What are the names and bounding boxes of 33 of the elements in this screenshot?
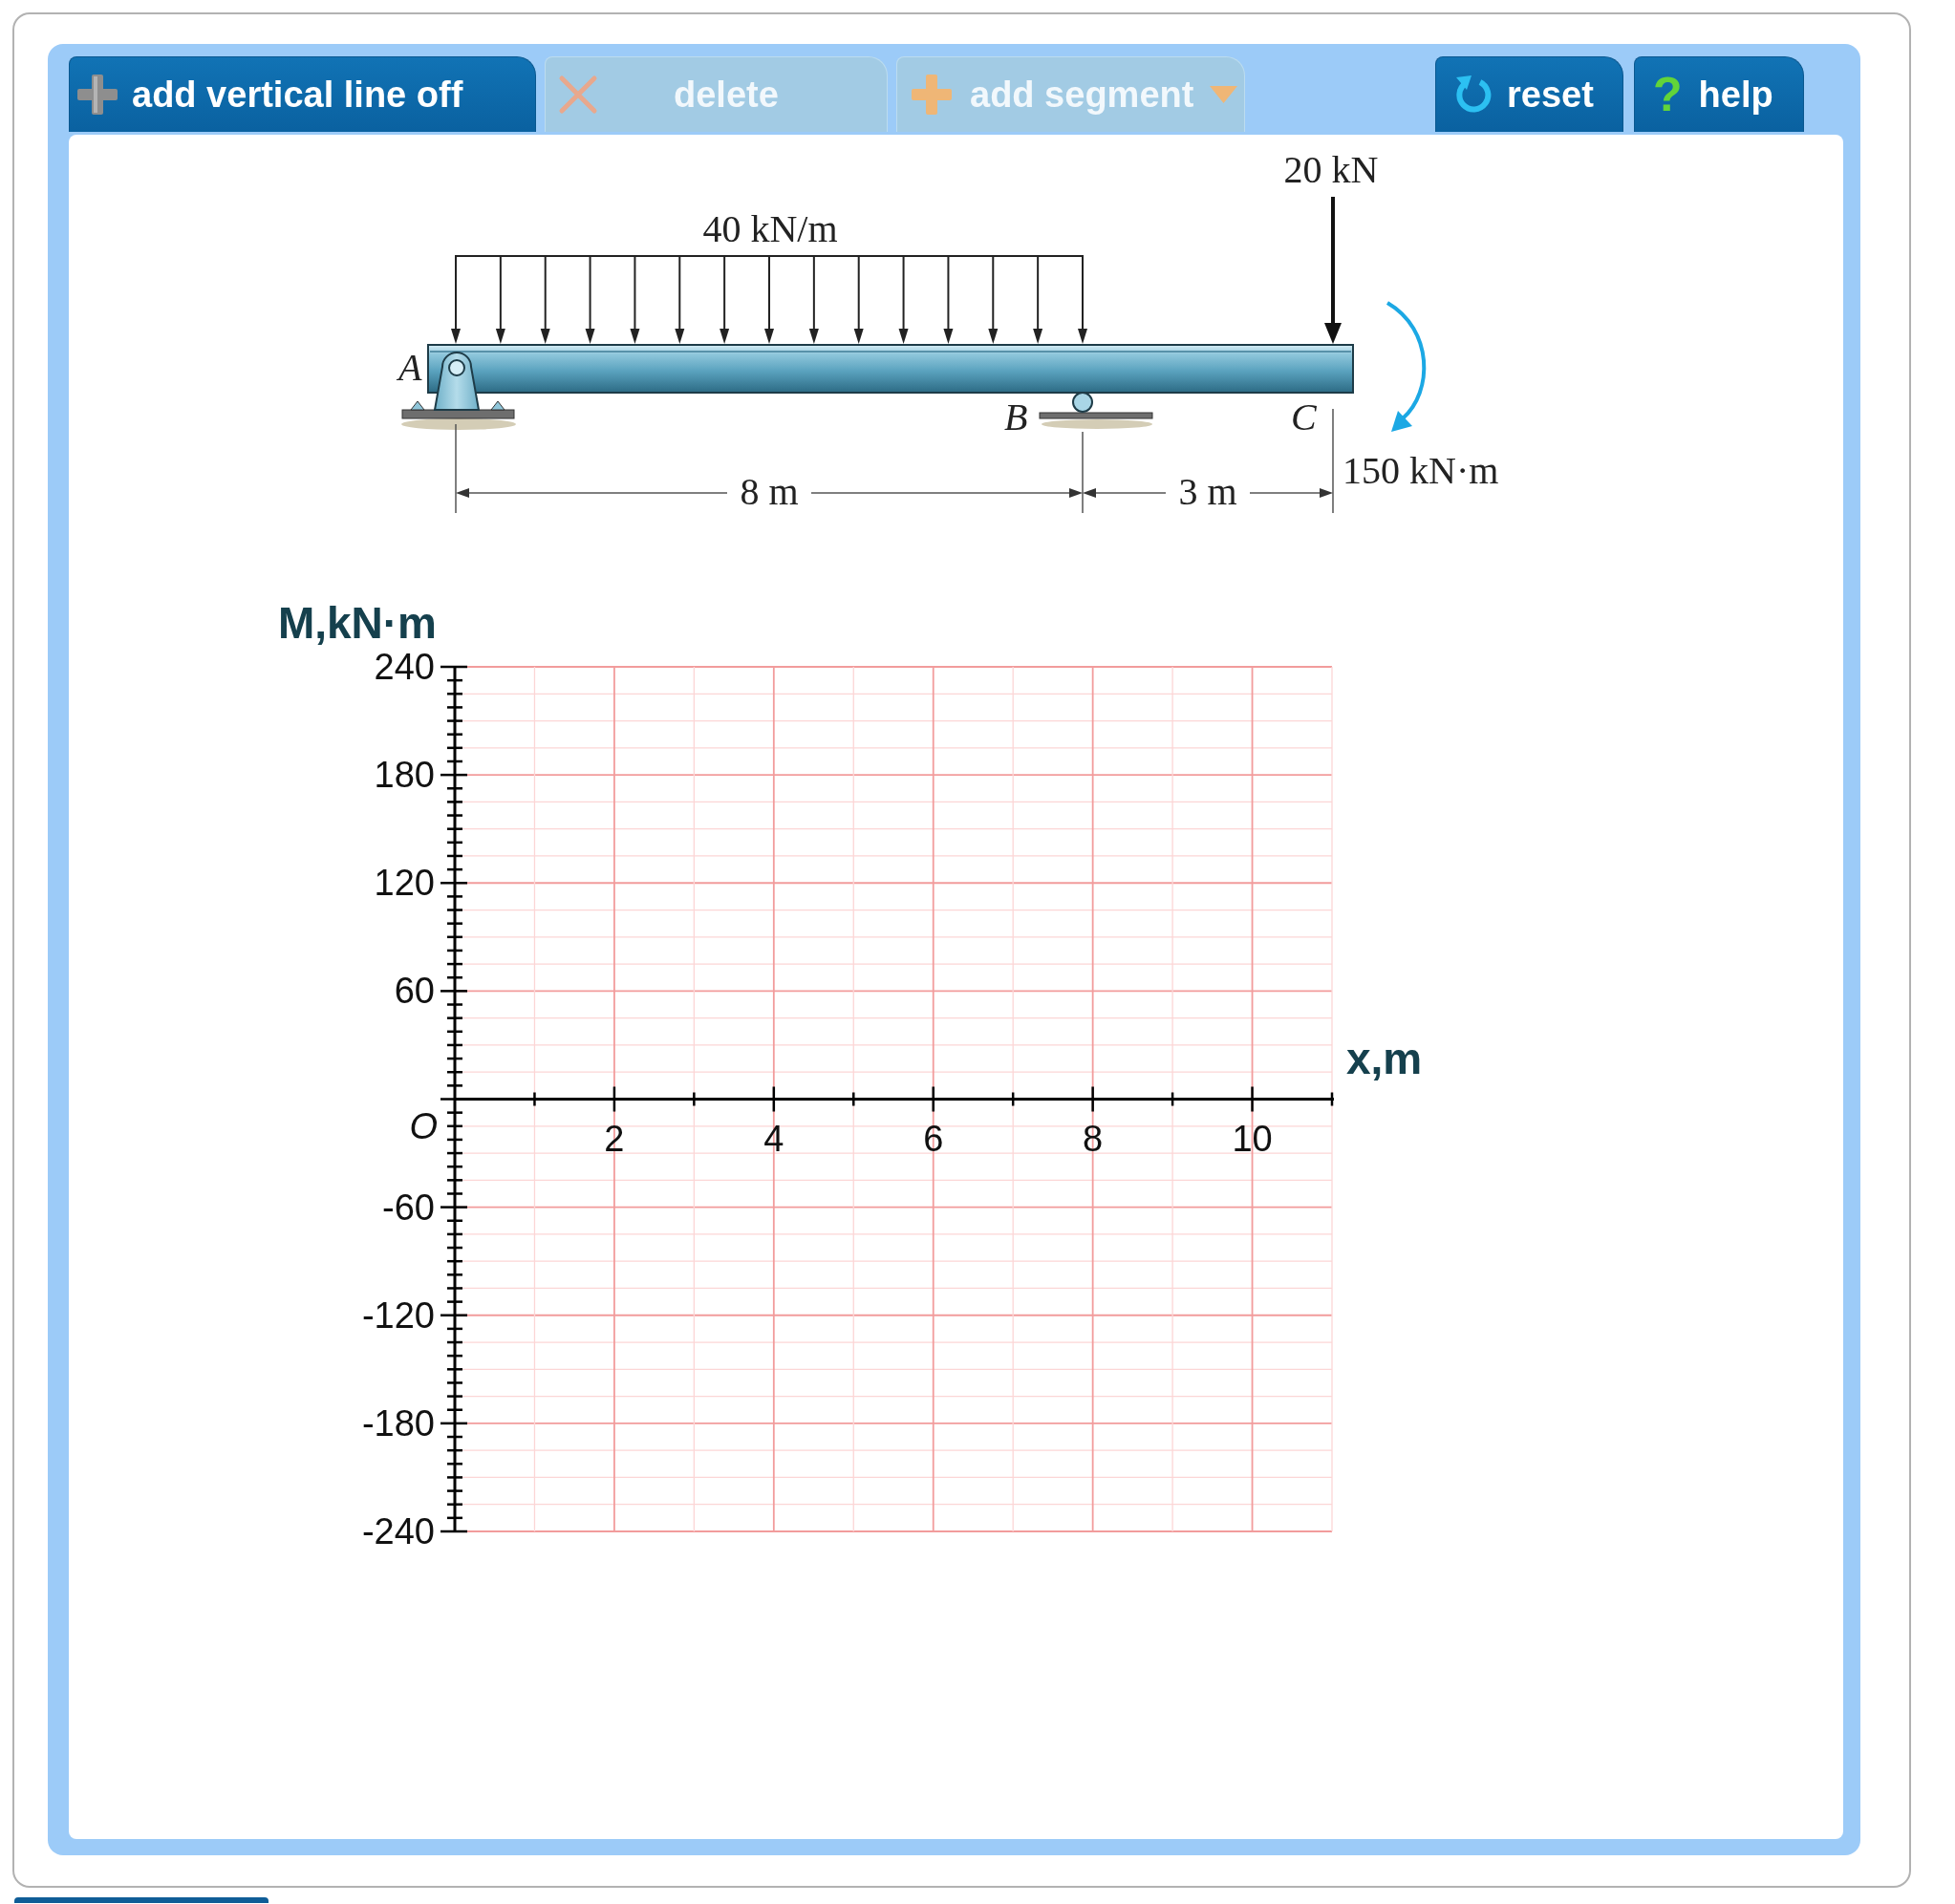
moment-label: 150 kN·m (1343, 449, 1499, 492)
tick-label: -60 (382, 1187, 435, 1228)
point-label: A (398, 346, 422, 389)
plus-icon (75, 73, 119, 117)
tick-label: 2 (604, 1118, 625, 1159)
tick-label: 8 (1083, 1118, 1104, 1159)
tick-label: 240 (374, 647, 435, 687)
tick-label: 60 (394, 971, 435, 1012)
tick-label: 120 (374, 863, 435, 904)
tick-label: -180 (361, 1402, 435, 1444)
axis-title: M,kN·m (277, 598, 437, 648)
dimension-label: 8 m (740, 470, 799, 513)
tick-label: 6 (923, 1118, 944, 1159)
question-mark-icon: ? (1653, 71, 1683, 118)
reset-button[interactable]: reset (1435, 56, 1623, 132)
cross-icon (558, 75, 598, 115)
dimension-label: 3 m (1178, 470, 1237, 513)
tick-label: 180 (374, 755, 435, 796)
axis-title: x,m (1346, 1034, 1423, 1083)
add-button[interactable]: add vertical line off (69, 56, 536, 132)
point-label: C (1291, 396, 1317, 439)
point-label: B (1004, 396, 1028, 439)
button-edge[interactable] (14, 1897, 269, 1903)
force-label: 20 kN (1283, 148, 1379, 191)
plus-icon (910, 73, 954, 117)
origin-label: O (409, 1105, 438, 1146)
tick-label: -240 (361, 1511, 435, 1551)
tick-label: 4 (763, 1118, 784, 1159)
load-label: 40 kN/m (702, 207, 838, 250)
help-button[interactable]: ? help (1634, 56, 1804, 132)
tick-label: 10 (1232, 1118, 1273, 1159)
tick-label: -120 (361, 1294, 435, 1336)
caret-icon (1210, 86, 1238, 103)
